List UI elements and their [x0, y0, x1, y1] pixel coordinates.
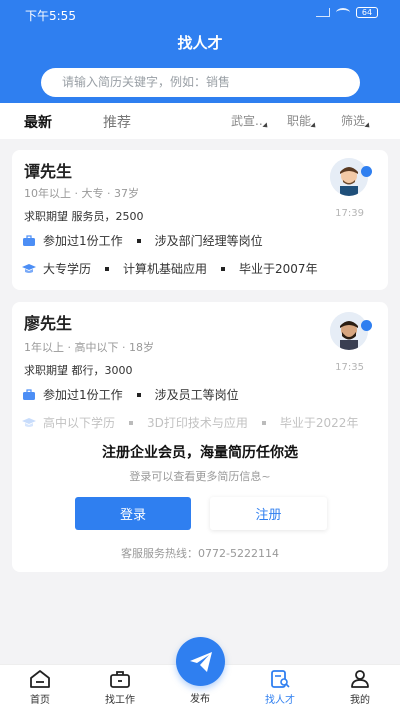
candidate-name: 谭先生 [24, 162, 73, 181]
wifi-icon [336, 8, 350, 17]
work-experience-row: 参加过1份工作 涉及员工等岗位 [22, 386, 239, 403]
filter-function[interactable]: 职能 [287, 112, 311, 129]
work-experience-row: 参加过1份工作 涉及部门经理等岗位 [22, 232, 263, 249]
filter-more[interactable]: 筛选 [341, 112, 365, 129]
education-row: 大专学历 计算机基础应用 毕业于2007年 [22, 260, 318, 277]
candidate-name: 廖先生 [24, 314, 73, 333]
tab-latest[interactable]: 最新 [24, 112, 52, 132]
education-major: 计算机基础应用 [123, 262, 208, 276]
education-level: 大专学历 [43, 262, 92, 276]
resume-card[interactable]: 谭先生 10年以上 · 大专 · 37岁 求职期望 服务员，2500 17:39… [12, 150, 388, 290]
nav-talent-label: 找人才 [265, 695, 295, 706]
nav-jobs-label: 找工作 [105, 695, 135, 706]
candidate-meta: 1年以上 · 高中以下 · 18岁 [24, 341, 154, 354]
work-count: 参加过1份工作 [43, 234, 123, 248]
nav-home-label: 首页 [30, 695, 50, 706]
graduation-year: 毕业于2007年 [239, 262, 318, 276]
graduation-cap-icon [22, 417, 36, 427]
publish-button[interactable] [176, 637, 225, 686]
user-icon [351, 670, 369, 688]
customer-service-hotline: 客服服务热线：0772-5222114 [121, 547, 279, 560]
male-icon [361, 320, 372, 331]
signal-icon [316, 8, 330, 17]
avatar [330, 312, 368, 350]
update-time: 17:35 [335, 362, 364, 373]
briefcase-icon [110, 671, 130, 688]
battery-icon: 64 [356, 7, 378, 18]
register-button[interactable]: 注册 [210, 497, 327, 530]
page-title: 找人才 [177, 34, 223, 52]
nav-jobs[interactable]: 找工作 [90, 665, 150, 711]
tab-bar: 最新 推荐 武宣.. 职能 筛选 [0, 103, 400, 139]
nav-talent[interactable]: 找人才 [250, 665, 310, 711]
work-count: 参加过1份工作 [43, 388, 123, 402]
education-major: 3D打印技术与应用 [147, 416, 248, 430]
tab-recommend[interactable]: 推荐 [103, 112, 131, 132]
nav-publish-label: 发布 [190, 694, 210, 705]
nav-home[interactable]: 首页 [10, 665, 70, 711]
home-icon [30, 670, 50, 688]
search-input[interactable]: 请输入简历关键字，例如：销售 [41, 68, 360, 97]
work-positions: 涉及员工等岗位 [154, 388, 239, 402]
work-positions: 涉及部门经理等岗位 [154, 234, 263, 248]
male-icon [361, 166, 372, 177]
graduation-cap-icon [22, 263, 36, 273]
avatar [330, 158, 368, 196]
graduation-year: 毕业于2022年 [279, 416, 359, 430]
job-expectation: 求职期望 都行，3000 [24, 364, 133, 377]
filter-location[interactable]: 武宣.. [231, 112, 263, 129]
briefcase-icon [23, 234, 35, 246]
candidate-meta: 10年以上 · 大专 · 37岁 [24, 187, 139, 200]
briefcase-icon [23, 388, 35, 400]
login-button[interactable]: 登录 [75, 497, 191, 530]
education-row: 高中以下学历 3D打印技术与应用 毕业于2022年 [22, 414, 358, 431]
status-time: 下午5:55 [25, 9, 76, 23]
nav-mine-label: 我的 [350, 695, 370, 706]
talent-search-icon [271, 670, 290, 688]
update-time: 17:39 [335, 208, 364, 219]
paper-plane-icon [190, 652, 212, 672]
nav-mine[interactable]: 我的 [330, 665, 390, 711]
education-level: 高中以下学历 [43, 416, 116, 430]
job-expectation: 求职期望 服务员，2500 [24, 210, 144, 223]
login-prompt-title: 注册企业会员，海量简历任你选 [102, 445, 298, 461]
status-bar: 下午5:55 64 [0, 0, 400, 28]
resume-card[interactable]: 廖先生 1年以上 · 高中以下 · 18岁 求职期望 都行，3000 17:35… [12, 302, 388, 572]
login-prompt-subtitle: 登录可以查看更多简历信息~ [129, 470, 271, 483]
